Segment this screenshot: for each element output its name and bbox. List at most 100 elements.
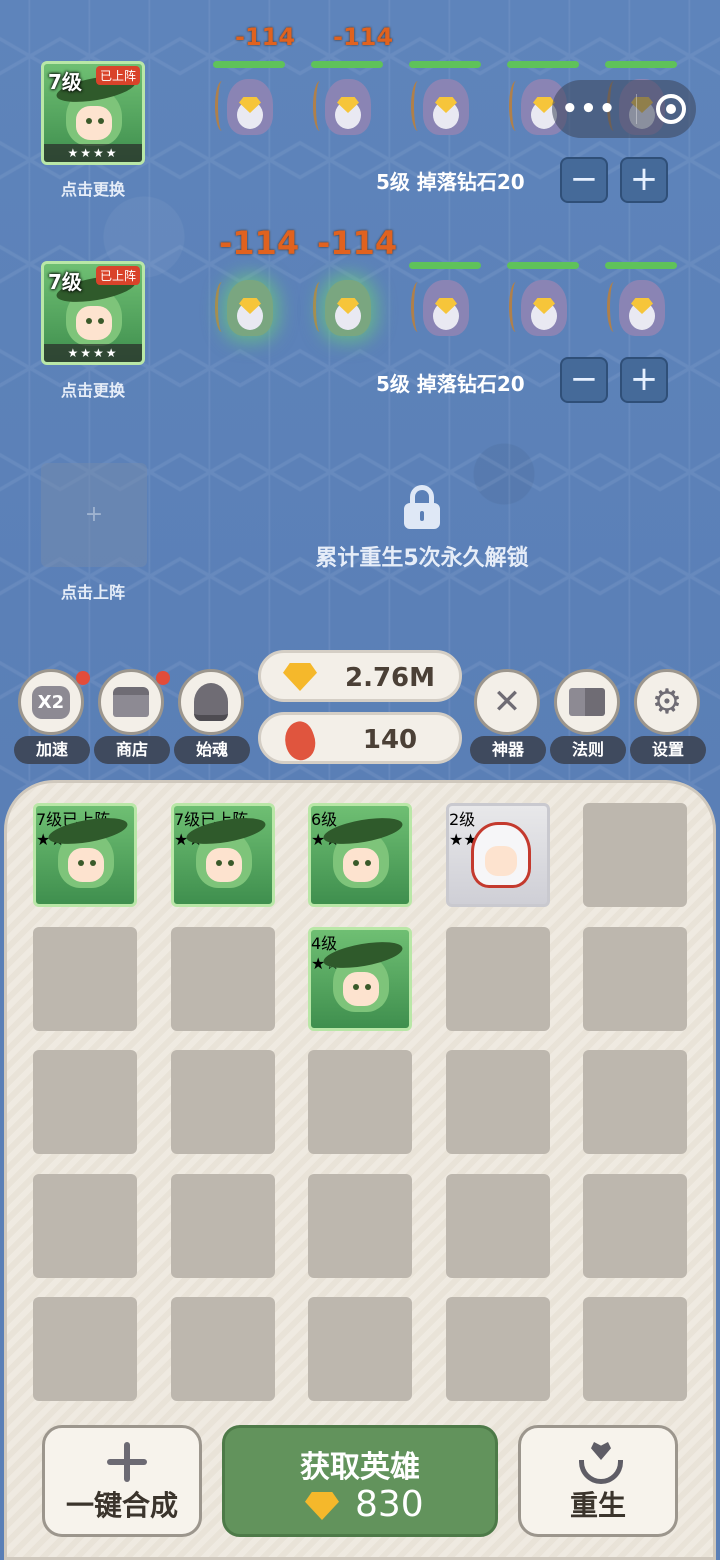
enemy-hp-bar bbox=[409, 262, 481, 269]
enemy-monster bbox=[309, 262, 385, 352]
shop-button[interactable] bbox=[98, 669, 164, 735]
hero-portrait bbox=[184, 813, 268, 888]
rules-label[interactable]: 法则 bbox=[550, 736, 626, 764]
enemy-hp-bar bbox=[311, 61, 383, 68]
notification-dot bbox=[76, 671, 90, 685]
empty-inventory-slot[interactable] bbox=[583, 803, 687, 907]
empty-inventory-slot[interactable] bbox=[171, 927, 275, 1031]
empty-inventory-slot[interactable] bbox=[308, 1174, 412, 1278]
empty-inventory-slot[interactable] bbox=[33, 1050, 137, 1154]
diamond-counter: 2.76M bbox=[258, 650, 462, 702]
inventory-hero-card[interactable]: 7级已上阵★★★★ bbox=[171, 803, 275, 907]
hero-portrait bbox=[321, 937, 405, 1012]
hero-level: 7级 bbox=[48, 270, 82, 294]
lane-1-minus-button[interactable]: − bbox=[560, 157, 608, 203]
get-hero-button[interactable]: 获取英雄 830 bbox=[222, 1425, 498, 1537]
notification-dot bbox=[156, 671, 170, 685]
book-icon bbox=[569, 688, 605, 716]
hero-level: 2级 bbox=[449, 810, 476, 829]
empty-inventory-slot[interactable] bbox=[446, 1297, 550, 1401]
empty-inventory-slot[interactable] bbox=[583, 927, 687, 1031]
auto-merge-button[interactable]: 一键合成 bbox=[42, 1425, 202, 1537]
lane-1-change-caption[interactable]: 点击更换 bbox=[41, 176, 145, 200]
rules-button[interactable] bbox=[554, 669, 620, 735]
diamond-icon bbox=[283, 663, 317, 691]
axe-icon: ✕ bbox=[492, 682, 522, 722]
bag-x2-icon: X2 bbox=[31, 685, 71, 719]
enemy-hp-bar bbox=[507, 61, 579, 68]
empty-inventory-slot[interactable] bbox=[446, 1174, 550, 1278]
enemy-monster bbox=[407, 61, 483, 151]
speed-up-button[interactable]: X2 bbox=[18, 669, 84, 735]
rebirth-label: 重生 bbox=[569, 1489, 626, 1522]
soul-button[interactable] bbox=[178, 669, 244, 735]
inventory-hero-card[interactable]: 4级★☆☆☆ bbox=[308, 927, 412, 1031]
helmet-icon bbox=[194, 683, 228, 721]
artifact-button[interactable]: ✕ bbox=[474, 669, 540, 735]
hero-portrait bbox=[54, 271, 138, 346]
meat-value: 140 bbox=[362, 725, 418, 755]
meat-icon bbox=[279, 718, 321, 764]
empty-inventory-slot[interactable] bbox=[308, 1050, 412, 1154]
empty-inventory-slot[interactable] bbox=[33, 1297, 137, 1401]
hero-level: 7级 bbox=[174, 810, 201, 829]
hero-portrait bbox=[54, 71, 138, 146]
enemy-monster bbox=[603, 262, 679, 352]
lane-1-plus-button[interactable]: + bbox=[620, 157, 668, 203]
soul-label[interactable]: 始魂 bbox=[174, 736, 250, 764]
rebirth-button[interactable]: 重生 bbox=[518, 1425, 678, 1537]
inventory-hero-card[interactable]: 7级已上阵★★★★ bbox=[33, 803, 137, 907]
meat-counter: 140 bbox=[258, 712, 462, 764]
diamond-value: 2.76M bbox=[344, 663, 436, 693]
empty-inventory-slot[interactable] bbox=[33, 927, 137, 1031]
empty-inventory-slot[interactable] bbox=[583, 1050, 687, 1154]
empty-inventory-slot[interactable] bbox=[308, 1297, 412, 1401]
gear-icon: ⚙ bbox=[651, 682, 683, 722]
hero-level: 4级 bbox=[311, 934, 338, 953]
inventory-hero-card[interactable]: 2级 ★★☆ bbox=[446, 803, 550, 907]
lane-2-minus-button[interactable]: − bbox=[560, 357, 608, 403]
empty-inventory-slot[interactable] bbox=[171, 1050, 275, 1154]
enemy-hp-bar bbox=[605, 61, 677, 68]
empty-inventory-slot[interactable] bbox=[446, 927, 550, 1031]
hero-level: 6级 bbox=[311, 810, 338, 829]
close-target-icon[interactable] bbox=[656, 94, 687, 124]
enemy-monster bbox=[505, 262, 581, 352]
auto-merge-label: 一键合成 bbox=[65, 1489, 178, 1522]
empty-inventory-slot[interactable] bbox=[583, 1174, 687, 1278]
settings-label[interactable]: 设置 bbox=[630, 736, 706, 764]
enemy-monster bbox=[407, 262, 483, 352]
diamond-icon bbox=[305, 1492, 339, 1520]
inventory-hero-card[interactable]: 6级★★★☆ bbox=[308, 803, 412, 907]
lane-2-change-caption[interactable]: 点击更换 bbox=[41, 377, 145, 401]
damage-number: -114 bbox=[317, 224, 398, 262]
empty-inventory-slot[interactable] bbox=[33, 1174, 137, 1278]
mini-program-capsule: ••• bbox=[552, 80, 696, 138]
rebirth-hands-heart-icon bbox=[575, 1440, 627, 1486]
damage-number: -114 bbox=[235, 23, 296, 51]
more-icon[interactable]: ••• bbox=[562, 94, 618, 124]
enemy-hp-bar bbox=[213, 61, 285, 68]
enemy-monster bbox=[211, 61, 287, 151]
settings-button[interactable]: ⚙ bbox=[634, 669, 700, 735]
enemy-hp-bar bbox=[409, 61, 481, 68]
speed-up-label[interactable]: 加速 bbox=[14, 736, 90, 764]
empty-hero-slot[interactable]: + bbox=[41, 463, 147, 567]
empty-inventory-slot[interactable] bbox=[583, 1297, 687, 1401]
lane-2-level-info: 5级 掉落钻石20 bbox=[376, 372, 525, 396]
hero-portrait bbox=[321, 813, 405, 888]
lane-2-hero-card[interactable]: 7级 已上阵 ★★★★ bbox=[41, 261, 145, 365]
hero-stars: ★★★★ bbox=[44, 344, 142, 362]
empty-inventory-slot[interactable] bbox=[171, 1174, 275, 1278]
empty-inventory-slot[interactable] bbox=[446, 1050, 550, 1154]
lane-2-plus-button[interactable]: + bbox=[620, 357, 668, 403]
shop-label[interactable]: 商店 bbox=[94, 736, 170, 764]
empty-inventory-slot[interactable] bbox=[171, 1297, 275, 1401]
artifact-label[interactable]: 神器 bbox=[470, 736, 546, 764]
capsule-divider bbox=[636, 94, 638, 124]
lane-1-hero-card[interactable]: 7级 已上阵 ★★★★ bbox=[41, 61, 145, 165]
enemy-hp-bar bbox=[605, 262, 677, 269]
deployed-badge: 已上阵 bbox=[95, 66, 140, 85]
hero-stars: ★★★★ bbox=[44, 144, 142, 162]
deploy-caption[interactable]: 点击上阵 bbox=[41, 579, 145, 603]
